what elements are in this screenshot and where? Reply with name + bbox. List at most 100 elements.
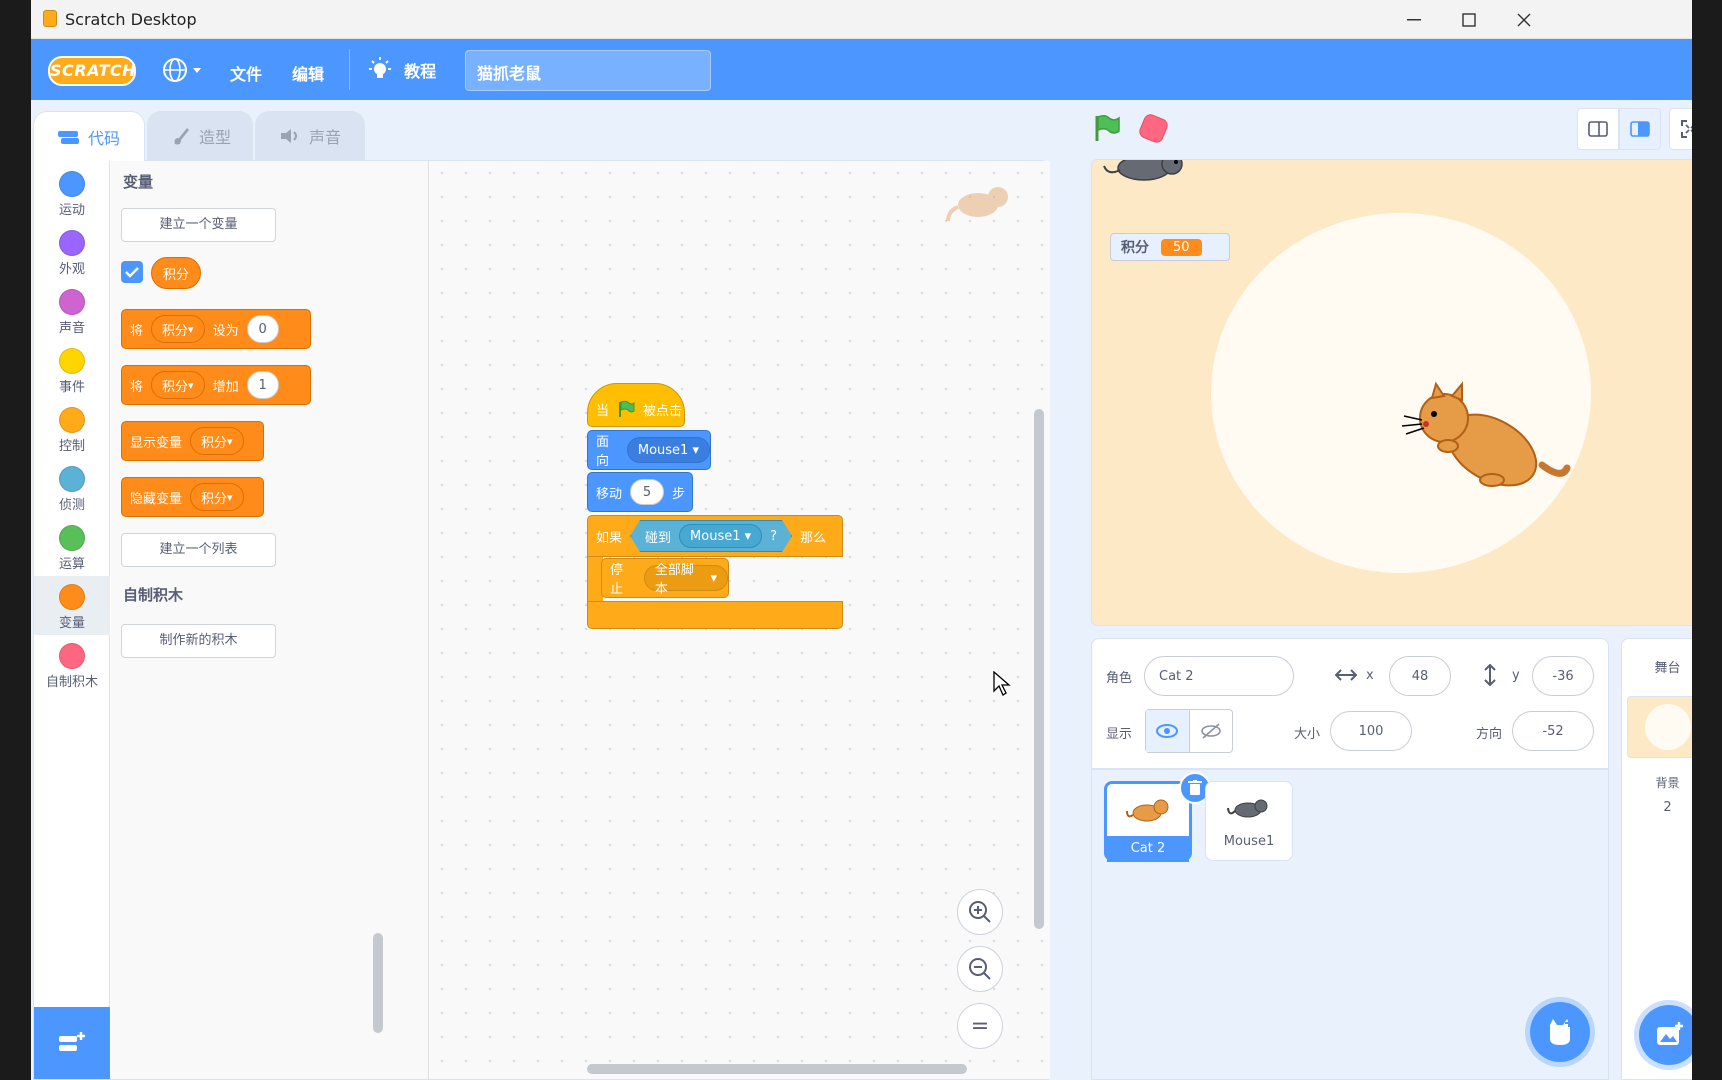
sprite-tile-name: Cat 2 (1107, 836, 1189, 862)
category-label: 运动 (58, 203, 85, 218)
mouse-thumbnail-icon (1227, 799, 1268, 818)
category-sensing[interactable]: 侦测 (34, 458, 110, 517)
category-label: 运算 (58, 557, 85, 572)
category-label: 自制积木 (45, 675, 98, 690)
green-flag-button[interactable] (1093, 114, 1121, 142)
point-target-dropdown[interactable]: Mouse1 ▾ (626, 437, 710, 463)
close-button[interactable] (1494, 0, 1554, 39)
category-events[interactable]: 事件 (34, 340, 110, 399)
minimize-button[interactable] (1384, 0, 1444, 39)
zoom-in-icon (969, 901, 991, 923)
stage-canvas[interactable]: 积分 50 (1091, 159, 1692, 626)
variable-dropdown[interactable]: 积分 (190, 483, 244, 511)
direction-input[interactable]: -52 (1512, 711, 1594, 751)
point-towards-block[interactable]: 面向 Mouse1 ▾ (587, 430, 711, 470)
stage-selector[interactable]: 舞台 背景 2 (1621, 638, 1692, 1080)
category-variables[interactable]: 变量 (34, 576, 110, 635)
make-variable-button[interactable]: 建立一个变量 (121, 208, 276, 242)
change-variable-block[interactable]: 将 积分 增加 1 (121, 365, 311, 405)
fullscreen-button[interactable] (1669, 108, 1692, 150)
variable-checkbox[interactable] (121, 261, 143, 283)
stop-all-block[interactable]: 停止 全部脚本 ▾ (601, 558, 729, 598)
palette-scrollbar[interactable] (373, 933, 383, 1033)
tutorials-menu[interactable]: 教程 (367, 57, 436, 83)
value-input[interactable]: 1 (246, 371, 279, 399)
minimize-icon (1407, 18, 1421, 20)
sprite-name-input[interactable]: Cat 2 (1144, 656, 1294, 696)
variable-reporter[interactable]: 积分 (151, 257, 201, 289)
edit-menu[interactable]: 编辑 (292, 61, 324, 85)
script-area[interactable]: 当 被点击 面向 Mouse1 ▾ 移动 5 步 如果 碰到 Mouse1 ▾ … (430, 161, 1050, 1079)
zoom-in-button[interactable] (957, 889, 1003, 935)
y-input[interactable]: -36 (1532, 656, 1594, 696)
block-text: 设为 (212, 323, 239, 339)
tab-sounds[interactable]: 声音 (255, 111, 365, 161)
size-input[interactable]: 100 (1330, 711, 1412, 751)
category-label: 变量 (58, 616, 85, 631)
visibility-toggle (1145, 709, 1233, 753)
block-text: 如果 (596, 530, 623, 546)
touching-condition-block[interactable]: 碰到 Mouse1 ▾ ? (630, 520, 792, 552)
category-motion[interactable]: 运动 (34, 163, 110, 222)
mouse-sprite[interactable] (1102, 159, 1192, 190)
set-variable-block[interactable]: 将 积分 设为 0 (121, 309, 311, 349)
small-stage-button[interactable] (1577, 108, 1619, 150)
normal-stage-button[interactable] (1619, 108, 1661, 150)
sensing-dot-icon (59, 466, 85, 492)
hide-sprite-button[interactable] (1190, 710, 1233, 752)
category-sound[interactable]: 声音 (34, 281, 110, 340)
sprite-tile-mouse1[interactable]: Mouse1 (1205, 781, 1293, 861)
category-my-blocks[interactable]: 自制积木 (34, 635, 110, 694)
variable-monitor[interactable]: 积分 50 (1110, 233, 1230, 261)
block-text: 增加 (212, 379, 239, 395)
add-sprite-button[interactable] (1530, 1002, 1590, 1062)
scratch-logo[interactable]: SCRATCH (48, 56, 136, 86)
motion-dot-icon (59, 171, 85, 197)
variable-dropdown[interactable]: 积分 (151, 371, 205, 399)
stage-thumbnail[interactable] (1626, 696, 1692, 758)
stop-option-dropdown[interactable]: 全部脚本 ▾ (643, 563, 728, 597)
script-vertical-scrollbar[interactable] (1034, 409, 1044, 929)
add-backdrop-icon (1657, 1022, 1683, 1045)
file-menu[interactable]: 文件 (230, 61, 262, 85)
block-text: 步 (672, 486, 686, 502)
tab-costumes-label: 造型 (199, 128, 232, 147)
category-menu: 运动 外观 声音 事件 控制 侦测 运算 变量 自制积木 (34, 161, 110, 1079)
project-title-input[interactable]: 猫抓老鼠 (465, 50, 711, 91)
add-backdrop-button[interactable] (1639, 1005, 1692, 1065)
tab-costumes[interactable]: 造型 (147, 111, 253, 161)
fullscreen-icon (1681, 120, 1692, 138)
make-list-button[interactable]: 建立一个列表 (121, 533, 276, 567)
zoom-reset-button[interactable]: = (957, 1003, 1003, 1049)
move-steps-block[interactable]: 移动 5 步 (587, 472, 693, 512)
add-extension-button[interactable] (34, 1007, 110, 1079)
sprite-tile-cat2[interactable]: Cat 2 (1104, 772, 1211, 862)
hide-variable-block[interactable]: 隐藏变量 积分 (121, 477, 264, 517)
add-extension-icon (59, 1032, 85, 1051)
looks-dot-icon (59, 230, 85, 256)
y-label: y (1512, 668, 1520, 683)
stop-button[interactable] (1137, 112, 1170, 145)
category-control[interactable]: 控制 (34, 399, 110, 458)
touching-target-dropdown[interactable]: Mouse1 ▾ (679, 524, 762, 548)
maximize-button[interactable] (1439, 0, 1499, 39)
when-flag-clicked-block[interactable]: 当 被点击 (587, 383, 685, 427)
x-input[interactable]: 48 (1389, 656, 1451, 696)
script-horizontal-scrollbar[interactable] (587, 1064, 967, 1074)
title-bar: Scratch Desktop (31, 0, 1692, 39)
language-menu[interactable] (163, 57, 207, 83)
cat-sprite[interactable] (1392, 380, 1572, 500)
make-block-button[interactable]: 制作新的积木 (121, 624, 276, 658)
if-then-block[interactable]: 如果 碰到 Mouse1 ▾ ? 那么 (587, 515, 843, 557)
category-operators[interactable]: 运算 (34, 517, 110, 576)
show-variable-block[interactable]: 显示变量 积分 (121, 421, 264, 461)
zoom-out-button[interactable] (957, 946, 1003, 992)
tab-code[interactable]: 代码 (33, 111, 145, 161)
steps-input[interactable]: 5 (630, 479, 665, 505)
variable-dropdown[interactable]: 积分 (190, 427, 244, 455)
speaker-icon (281, 129, 297, 143)
value-input[interactable]: 0 (246, 315, 279, 343)
variable-dropdown[interactable]: 积分 (151, 315, 205, 343)
category-looks[interactable]: 外观 (34, 222, 110, 281)
show-sprite-button[interactable] (1146, 710, 1190, 752)
